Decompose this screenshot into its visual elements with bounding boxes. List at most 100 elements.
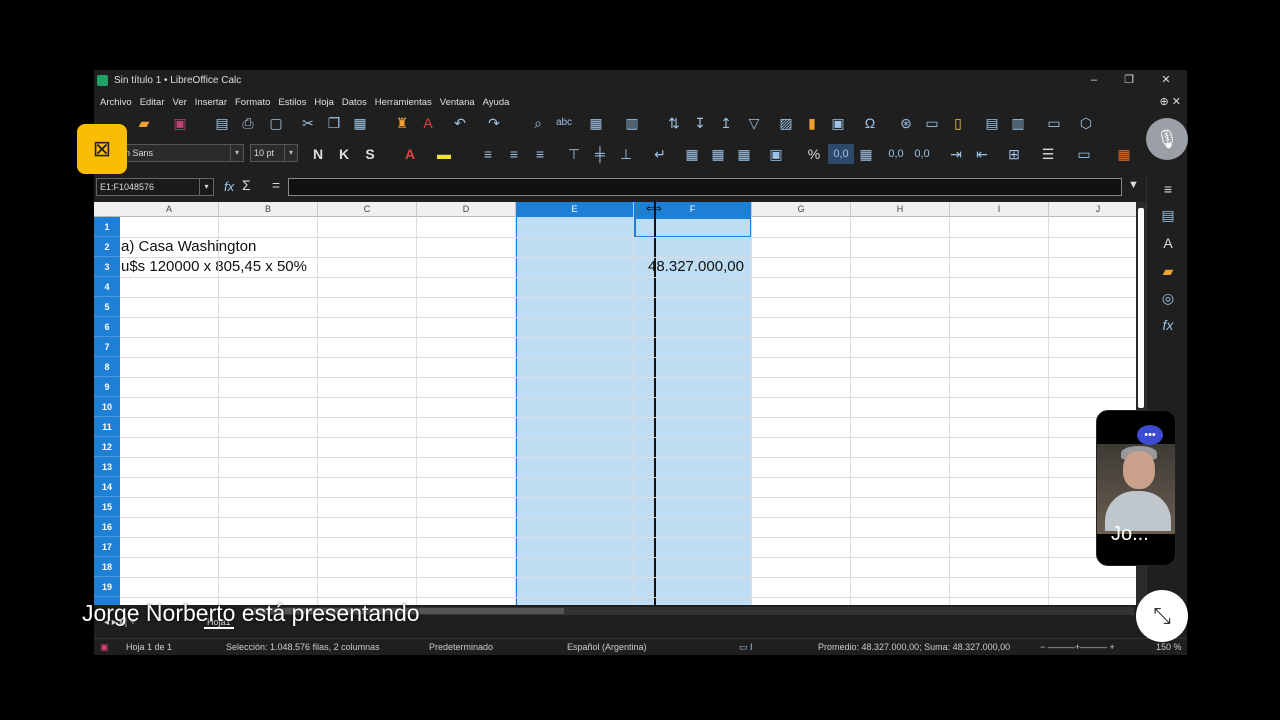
column-header-b[interactable]: B: [219, 202, 318, 217]
number-format-icon[interactable]: 0,0: [828, 144, 854, 164]
increase-indent-icon[interactable]: ⇥: [946, 144, 966, 164]
sort-descending-icon[interactable]: ↥: [716, 113, 736, 133]
align-right-icon[interactable]: ≡: [530, 144, 550, 164]
close-button[interactable]: ✕: [1151, 72, 1181, 88]
copy-icon[interactable]: ❐: [324, 113, 344, 133]
menu-estilos[interactable]: Estilos: [278, 97, 306, 108]
clear-formatting-icon[interactable]: A: [418, 113, 438, 133]
gallery-icon[interactable]: ▰: [1158, 261, 1178, 281]
row-header-10[interactable]: 10: [94, 397, 120, 417]
row-header-5[interactable]: 5: [94, 297, 120, 317]
document-modified-icon[interactable]: ▣: [100, 642, 109, 653]
row-header-9[interactable]: 9: [94, 377, 120, 397]
participant-tile[interactable]: ••• Jo...: [1096, 410, 1176, 566]
row-header-7[interactable]: 7: [94, 337, 120, 357]
decrease-indent-icon[interactable]: ⇤: [972, 144, 992, 164]
cell-f3[interactable]: 48.327.000,00: [648, 258, 744, 275]
sort-ascending-icon[interactable]: ↧: [690, 113, 710, 133]
italic-button[interactable]: K: [334, 144, 354, 164]
row-header-15[interactable]: 15: [94, 497, 120, 517]
column-icon[interactable]: ▥: [622, 113, 642, 133]
header-footer-icon[interactable]: ▯: [948, 113, 968, 133]
insert-chart-icon[interactable]: ▮: [802, 113, 822, 133]
menu-archivo[interactable]: Archivo: [100, 97, 132, 108]
percent-format-icon[interactable]: %: [804, 144, 824, 164]
sidebar-menu-icon[interactable]: ≡: [1158, 179, 1178, 199]
autofilter-icon[interactable]: ▽: [744, 113, 764, 133]
unmerge-cells-icon[interactable]: ▦: [734, 144, 754, 164]
row-header-2[interactable]: 2: [94, 237, 120, 257]
align-center-icon[interactable]: ≡: [504, 144, 524, 164]
cell-a3[interactable]: u$s 120000 x 805,45 x 50%: [121, 258, 307, 275]
column-header-a[interactable]: A: [120, 202, 219, 217]
row-header-11[interactable]: 11: [94, 417, 120, 437]
scroll-thumb[interactable]: [1138, 208, 1144, 408]
print-preview-icon[interactable]: ▢: [266, 113, 286, 133]
cell-a2[interactable]: a) Casa Washington: [121, 238, 256, 255]
row-header-17[interactable]: 17: [94, 537, 120, 557]
date-format-icon[interactable]: ▦: [856, 144, 876, 164]
row-header-3[interactable]: 3: [94, 257, 120, 277]
more-options-icon[interactable]: •••: [1137, 425, 1163, 445]
properties-icon[interactable]: ▤: [1158, 205, 1178, 225]
menu-hoja[interactable]: Hoja: [314, 97, 334, 108]
menu-editar[interactable]: Editar: [140, 97, 165, 108]
comment-icon[interactable]: ▭: [922, 113, 942, 133]
row-header-4[interactable]: 4: [94, 277, 120, 297]
insert-image-icon[interactable]: ▨: [776, 113, 796, 133]
row-header-12[interactable]: 12: [94, 437, 120, 457]
align-bottom-icon[interactable]: ⊥: [616, 144, 636, 164]
row-header-13[interactable]: 13: [94, 457, 120, 477]
save-icon[interactable]: ▣: [170, 113, 190, 133]
clone-formatting-icon[interactable]: ♜: [392, 113, 412, 133]
selection-mode-icon[interactable]: ▭ I: [739, 642, 753, 653]
define-print-area-icon[interactable]: ▤: [982, 113, 1002, 133]
highlight-color-icon[interactable]: ▬: [434, 144, 454, 164]
font-name-select[interactable]: ion Sans ▾: [114, 144, 244, 162]
menu-formato[interactable]: Formato: [235, 97, 270, 108]
menu-herramientas[interactable]: Herramientas: [375, 97, 432, 108]
stop-presenting-icon[interactable]: ⊠: [77, 124, 127, 174]
pivot-table-icon[interactable]: ▣: [828, 113, 848, 133]
font-color-icon[interactable]: A: [400, 144, 420, 164]
align-top-icon[interactable]: ⊤: [564, 144, 584, 164]
expand-formula-icon[interactable]: ▼: [1128, 179, 1139, 191]
shadow-button[interactable]: S: [360, 144, 380, 164]
maximize-button[interactable]: ❐: [1114, 72, 1144, 88]
menu-insertar[interactable]: Insertar: [195, 97, 227, 108]
wrap-text-icon[interactable]: ↵: [650, 144, 670, 164]
freeze-rows-icon[interactable]: ▥: [1008, 113, 1028, 133]
column-header-j[interactable]: J: [1049, 202, 1136, 217]
row-header-8[interactable]: 8: [94, 357, 120, 377]
spelling-icon[interactable]: abc: [554, 113, 574, 133]
menu-ayuda[interactable]: Ayuda: [483, 97, 510, 108]
formula-input[interactable]: [288, 178, 1122, 196]
menu-ver[interactable]: Ver: [173, 97, 187, 108]
sum-icon[interactable]: Σ: [242, 177, 251, 193]
find-replace-icon[interactable]: ⌕: [528, 113, 548, 133]
show-draw-functions-icon[interactable]: ⬡: [1076, 113, 1096, 133]
hyperlink-icon[interactable]: ⊛: [896, 113, 916, 133]
export-pdf-icon[interactable]: ▤: [212, 113, 232, 133]
borders-icon[interactable]: ⊞: [1004, 144, 1024, 164]
open-icon[interactable]: ▰: [134, 113, 154, 133]
redo-icon[interactable]: ↷: [484, 113, 504, 133]
globe-icon[interactable]: ⊕ ✕: [1160, 95, 1182, 108]
align-left-icon[interactable]: ≡: [478, 144, 498, 164]
conditional-format-icon[interactable]: ▦: [1114, 144, 1134, 164]
spreadsheet-grid[interactable]: ABCDEFGHIJ 1 2 3 4 5 6 7 8 9 10 11 12 13 14 15 16 17 18 19…: [94, 202, 1136, 605]
delete-decimal-icon[interactable]: 0,0: [912, 144, 932, 164]
cut-icon[interactable]: ✂: [298, 113, 318, 133]
row-header-6[interactable]: 6: [94, 317, 120, 337]
border-style-icon[interactable]: ☰: [1038, 144, 1058, 164]
zoom-level[interactable]: 150 %: [1156, 642, 1182, 652]
border-color-icon[interactable]: ▭: [1074, 144, 1094, 164]
formula-equals-icon[interactable]: =: [272, 177, 280, 193]
column-header-h[interactable]: H: [851, 202, 950, 217]
bold-button[interactable]: N: [308, 144, 328, 164]
font-size-select[interactable]: 10 pt ▾: [250, 144, 298, 162]
name-box[interactable]: E1:F1048576 ▾: [96, 178, 214, 196]
column-header-c[interactable]: C: [318, 202, 417, 217]
zoom-slider[interactable]: − ———+——— +: [1040, 642, 1115, 652]
mic-off-icon[interactable]: 🎙: [1146, 118, 1188, 160]
